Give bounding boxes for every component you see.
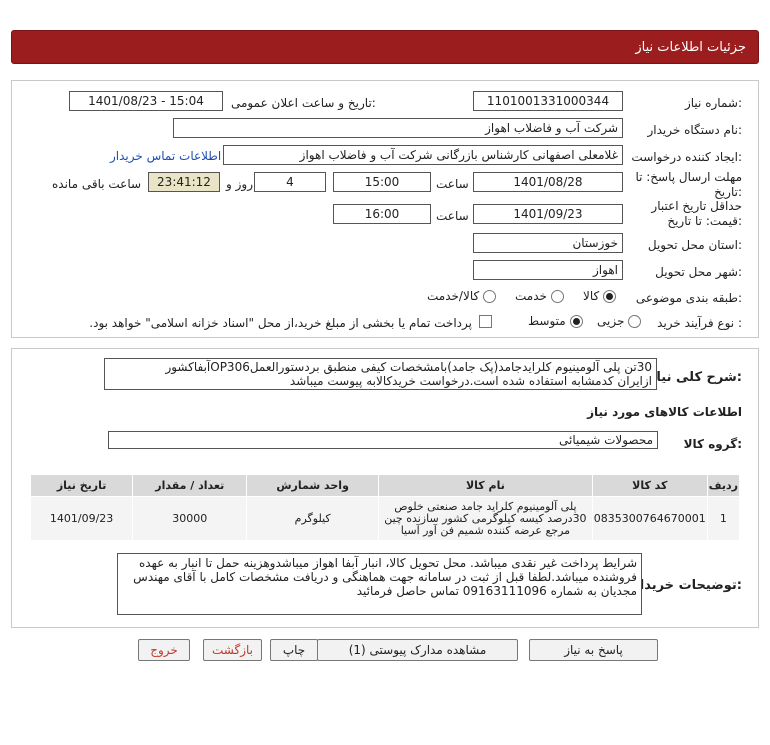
- announce-field: 1401/08/23 - 15:04: [69, 91, 223, 111]
- category-goods-radio[interactable]: [603, 289, 617, 303]
- cell-unit: کیلوگرم: [246, 496, 379, 541]
- table-row: 1 0835300764670001 پلی آلومینیوم کلراید …: [29, 496, 741, 541]
- city-label: شهر محل تحویل:: [655, 265, 742, 279]
- reply-days-field: 4: [254, 172, 326, 192]
- description-line-1: 30تن پلی آلومینیوم کلرایدجامد(پک جامد)با…: [165, 360, 652, 374]
- process-medium-label: متوسط: [528, 314, 566, 328]
- col-qty: تعداد / مقدار: [132, 474, 248, 497]
- category-label: طبقه بندی موضوعی:: [635, 291, 742, 305]
- goods-group-label: گروه کالا:: [683, 437, 742, 451]
- col-date: تاریخ نیاز: [29, 474, 134, 497]
- category-service-radio[interactable]: [550, 289, 564, 303]
- process-option-partial[interactable]: جزیی: [597, 314, 642, 328]
- goods-table: ردیف کد کالا نام کالا واحد شمارش تعداد /…: [29, 474, 741, 541]
- need-number-field: 1101001331000344: [473, 91, 623, 111]
- reply-time-label: ساعت: [436, 177, 469, 191]
- price-validity-date-field: 1401/09/23: [473, 204, 623, 224]
- buyer-contact-link[interactable]: اطلاعات تماس خریدار: [110, 149, 221, 163]
- col-code: کد کالا: [591, 474, 708, 497]
- page-header: جزئیات اطلاعات نیاز: [11, 30, 759, 64]
- buyer-notes-box: شرایط پرداخت غیر نقدی میباشد. محل تحویل …: [117, 553, 642, 615]
- description-line-2: ازایران کدمشابه استفاده شده است.درخواست …: [289, 374, 652, 388]
- attachments-button[interactable]: مشاهده مدارک پیوستی (1): [317, 639, 518, 661]
- price-validity-label: حداقل تاریخ اعتبار قیمت: تا تاریخ:: [651, 199, 742, 228]
- category-option-service[interactable]: خدمت: [515, 289, 564, 303]
- reply-time-field: 15:00: [333, 172, 431, 192]
- process-option-medium[interactable]: متوسط: [528, 314, 583, 328]
- province-label: استان محل تحویل:: [647, 238, 742, 252]
- treasury-note: پرداخت تمام یا بخشی از مبلغ خرید،از محل …: [89, 316, 472, 330]
- category-option-goods[interactable]: کالا: [583, 289, 617, 303]
- province-field: خوزستان: [473, 233, 623, 253]
- category-goods-label: کالا: [583, 289, 600, 303]
- reply-days-label: روز و: [226, 177, 253, 191]
- need-number-label: شماره نیاز:: [684, 96, 742, 110]
- process-medium-radio[interactable]: [569, 314, 583, 328]
- cell-row: 1: [706, 496, 741, 541]
- price-validity-time-field: 16:00: [333, 204, 431, 224]
- category-goods-service-radio[interactable]: [483, 289, 497, 303]
- col-unit: واحد شمارش: [246, 474, 379, 497]
- cell-date: 1401/09/23: [29, 496, 134, 541]
- announce-label: تاریخ و ساعت اعلان عمومی:: [231, 96, 376, 110]
- purchase-process-label: نوع فرآیند خرید :: [657, 316, 742, 330]
- goods-info-title: اطلاعات کالاهای مورد نیاز: [587, 405, 742, 419]
- process-partial-label: جزیی: [597, 314, 625, 328]
- reply-date-field: 1401/08/28: [473, 172, 623, 192]
- cell-qty: 30000: [132, 496, 248, 541]
- print-button[interactable]: چاپ: [270, 639, 318, 661]
- exit-button[interactable]: خروج: [138, 639, 190, 661]
- city-field: اهواز: [473, 260, 623, 280]
- category-service-label: خدمت: [515, 289, 547, 303]
- description-label: شرح کلی نیاز:: [648, 370, 742, 385]
- goods-table-header: ردیف کد کالا نام کالا واحد شمارش تعداد /…: [29, 474, 741, 497]
- buyer-org-field: شرکت آب و فاضلاب اهواز: [173, 118, 623, 138]
- category-option-goods-service[interactable]: کالا/خدمت: [427, 289, 497, 303]
- col-name: نام کالا: [377, 474, 593, 497]
- treasury-checkbox[interactable]: [479, 315, 492, 328]
- requester-field: غلامعلی اصفهانی کارشناس بازرگانی شرکت آب…: [223, 145, 623, 165]
- remaining-time-field: 23:41:12: [148, 172, 220, 192]
- cell-code: 0835300764670001: [591, 496, 708, 541]
- category-goods-service-label: کالا/خدمت: [427, 289, 480, 303]
- buyer-org-label: نام دستگاه خریدار:: [647, 123, 743, 137]
- process-partial-radio[interactable]: [628, 314, 642, 328]
- buyer-notes-label: توضیحات خریدار:: [632, 578, 742, 593]
- remaining-time-label: ساعت باقی مانده: [52, 177, 142, 191]
- cell-name: پلی آلومینیوم کلراید جامد صنعتی خلوص 30د…: [377, 496, 593, 541]
- col-row: ردیف: [706, 474, 741, 497]
- description-box: 30تن پلی آلومینیوم کلرایدجامد(پک جامد)با…: [104, 358, 657, 390]
- reply-deadline-label: مهلت ارسال پاسخ: تا تاریخ:: [635, 170, 742, 199]
- requester-label: ایجاد کننده درخواست:: [631, 150, 742, 164]
- reply-button[interactable]: پاسخ به نیاز: [529, 639, 658, 661]
- price-validity-time-label: ساعت: [436, 209, 469, 223]
- back-button[interactable]: بازگشت: [203, 639, 262, 661]
- page-title: جزئیات اطلاعات نیاز: [635, 39, 746, 55]
- goods-group-field: محصولات شیمیائی: [108, 431, 658, 449]
